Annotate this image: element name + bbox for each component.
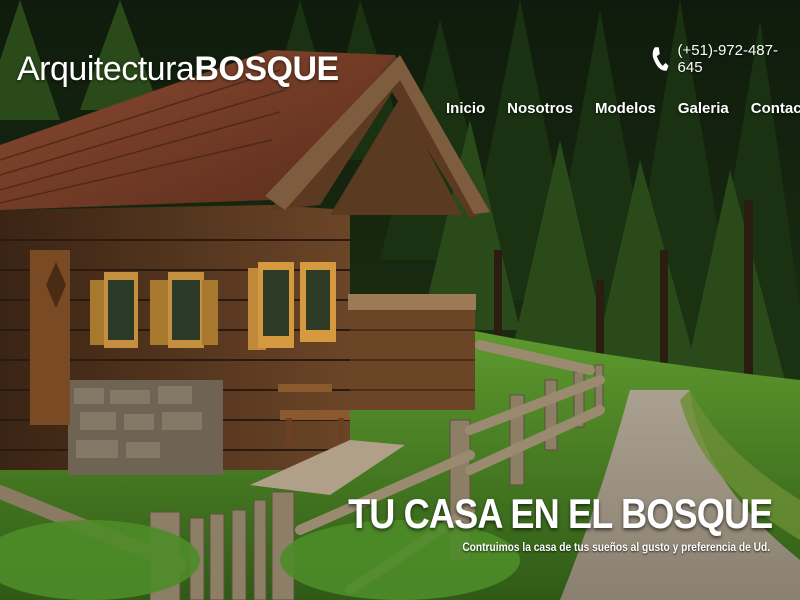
nav-item-nosotros[interactable]: Nosotros [507,100,573,117]
nav-item-galeria[interactable]: Galeria [678,100,729,117]
nav-item-inicio[interactable]: Inicio [446,100,485,117]
phone-contact[interactable]: (+51)-972-487-645 [650,42,800,76]
hero-banner: ArquitecturaBOSQUE (+51)-972-487-645 Ini… [0,0,800,600]
logo-text-light: Arquitectura [17,50,195,88]
site-logo[interactable]: ArquitecturaBOSQUE [17,50,339,89]
hero-subtitle: Contruimos la casa de tus sueños al gust… [462,540,770,554]
logo-text-bold: BOSQUE [194,50,339,88]
phone-icon [652,47,669,71]
phone-number: (+51)-972-487-645 [677,42,778,76]
hero-title: TU CASA EN EL BOSQUE [347,490,773,537]
nav-item-modelos[interactable]: Modelos [595,100,656,117]
main-nav: Inicio Nosotros Modelos Galeria Contacto… [446,100,800,117]
nav-item-contactos[interactable]: Contactos [751,100,800,117]
